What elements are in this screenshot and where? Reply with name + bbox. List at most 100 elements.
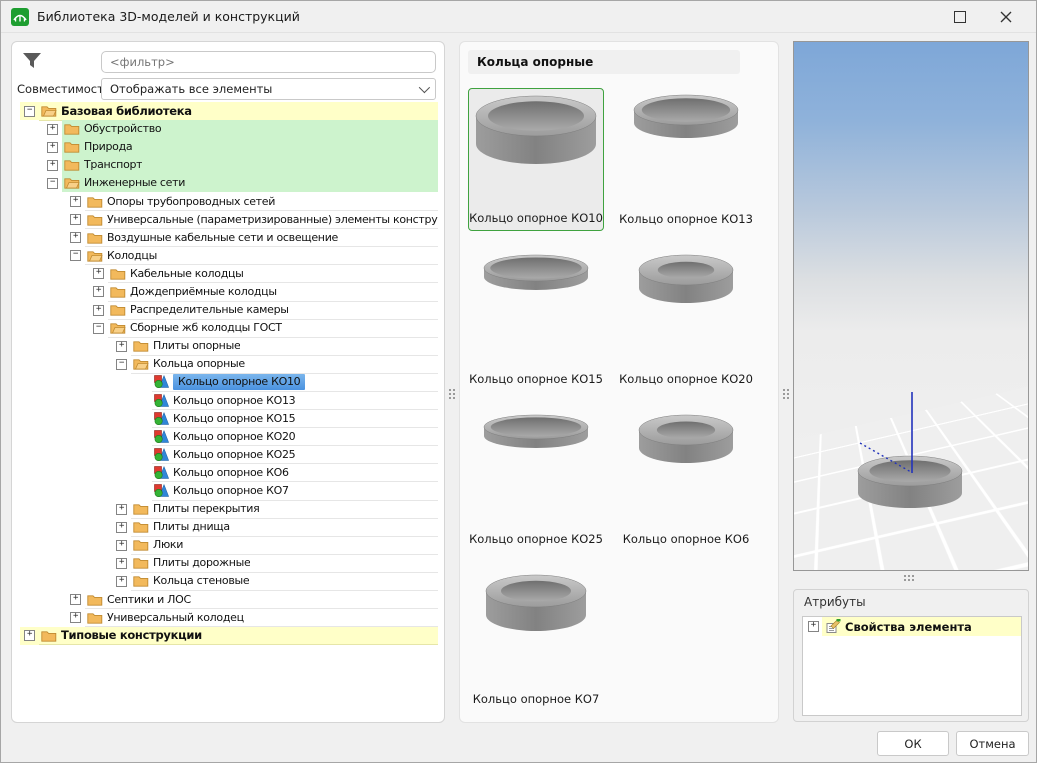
expand-icon[interactable]: +	[116, 522, 127, 533]
tree-item[interactable]: + Плиты перекрытия	[20, 500, 438, 518]
expand-icon[interactable]: +	[70, 214, 81, 225]
folder-icon	[133, 556, 149, 569]
expand-icon[interactable]: +	[116, 576, 127, 587]
expand-icon[interactable]: +	[47, 142, 58, 153]
gallery-item[interactable]: Кольцо опорное КО13	[618, 88, 754, 231]
expand-icon[interactable]: +	[116, 540, 127, 551]
attributes-root-item[interactable]: + Свойства элемента	[803, 617, 1021, 636]
tree-item[interactable]: +Опоры трубопроводных сетей	[20, 192, 438, 210]
tree-item-label: Плиты днища	[153, 520, 230, 533]
folder-icon	[87, 213, 103, 226]
collapse-icon[interactable]: −	[93, 323, 104, 334]
tree-item[interactable]: +Плиты дорожные	[20, 554, 438, 572]
gallery-item[interactable]: Кольцо опорное КО10	[468, 88, 604, 231]
gallery-cell: Кольцо опорное КО25	[465, 406, 615, 566]
collapse-icon[interactable]: −	[116, 359, 127, 370]
splitter-right[interactable]	[783, 389, 789, 399]
tree-item-label: Плиты перекрытия	[153, 502, 259, 515]
preview-3d[interactable]	[793, 41, 1029, 571]
tree-item[interactable]: Кольцо опорное КО13	[20, 392, 438, 410]
tree-item-label: Обустройство	[84, 122, 161, 135]
tree-item[interactable]: Кольцо опорное КО7	[20, 482, 438, 500]
tree-item[interactable]: + Универсальные (параметризированные) эле…	[20, 211, 438, 229]
tree-item-label: Воздушные кабельные сети и освещение	[107, 231, 338, 244]
tree-item-label: Кольцо опорное КО13	[173, 394, 295, 407]
tree-item[interactable]: +Плиты опорные	[20, 337, 438, 355]
tree-item[interactable]: + Плиты днища	[20, 518, 438, 536]
tree-item[interactable]: Кольцо опорное КО15	[20, 410, 438, 428]
tree-item[interactable]: +Дождеприёмные колодцы	[20, 283, 438, 301]
model-3d-icon	[154, 430, 169, 443]
tree-item[interactable]: −Инженерные сети	[20, 174, 438, 192]
expand-icon[interactable]: +	[47, 124, 58, 135]
ok-button[interactable]: ОК	[877, 731, 949, 756]
collapse-icon[interactable]: −	[24, 106, 35, 117]
tree-item[interactable]: Кольцо опорное КО6	[20, 464, 438, 482]
folder-icon	[41, 629, 57, 642]
folder-icon	[110, 303, 126, 316]
tree-item[interactable]: + Кабельные колодцы	[20, 265, 438, 283]
splitter-left[interactable]	[449, 389, 455, 399]
expand-icon[interactable]: +	[93, 286, 104, 297]
tree-item-label: Кольцо опорное КО10	[173, 374, 305, 391]
expand-icon[interactable]: +	[24, 630, 35, 641]
compatibility-select[interactable]: Отображать все элементы	[101, 78, 436, 100]
expand-icon[interactable]: +	[116, 558, 127, 569]
tree-item[interactable]: +Транспорт	[20, 156, 438, 174]
tree-item-label: Люки	[153, 538, 183, 551]
tree-item[interactable]: + Обустройство	[20, 120, 438, 138]
model-thumbnail	[468, 253, 604, 294]
tree-item[interactable]: Кольцо опорное КО20	[20, 428, 438, 446]
expand-icon[interactable]: +	[47, 160, 58, 171]
splitter-preview[interactable]	[904, 575, 914, 581]
expand-icon[interactable]: +	[70, 612, 81, 623]
cancel-button[interactable]: Отмена	[956, 731, 1029, 756]
maximize-button[interactable]	[938, 2, 982, 32]
tree-item[interactable]: Кольцо опорное КО10	[20, 373, 438, 391]
compatibility-label: Совместимость	[17, 82, 111, 96]
close-button[interactable]	[984, 2, 1028, 32]
gallery-cell: Кольцо опорное КО6	[615, 406, 765, 566]
expand-icon[interactable]: +	[70, 594, 81, 605]
tree-item[interactable]: +Природа	[20, 138, 438, 156]
gallery-item[interactable]: Кольцо опорное КО20	[618, 248, 754, 391]
collapse-icon[interactable]: −	[47, 178, 58, 189]
library-panel: Совместимость Отображать все элементы −Б…	[11, 41, 445, 723]
tree-item[interactable]: Кольцо опорное КО25	[20, 446, 438, 464]
expand-icon[interactable]: +	[808, 621, 819, 632]
tree-item-label: Кольцо опорное КО7	[173, 484, 289, 497]
expand-icon[interactable]: +	[116, 341, 127, 352]
tree-item-label: Универсальные (параметризированные) элем…	[107, 213, 438, 226]
tree-item[interactable]: + Воздушные кабельные сети и освещение	[20, 229, 438, 247]
collapse-icon[interactable]: −	[70, 250, 81, 261]
tree-item[interactable]: −Колодцы	[20, 247, 438, 265]
expand-icon[interactable]: +	[70, 196, 81, 207]
expand-icon[interactable]: +	[70, 232, 81, 243]
folder-open-icon	[87, 249, 103, 262]
tree-item[interactable]: +Септики и ЛОС	[20, 591, 438, 609]
tree-item-label: Кабельные колодцы	[130, 267, 244, 280]
expand-icon[interactable]: +	[93, 268, 104, 279]
tree-item[interactable]: +Кольца стеновые	[20, 572, 438, 590]
gallery-item[interactable]: Кольцо опорное КО6	[618, 408, 754, 551]
filter-input[interactable]	[101, 51, 436, 73]
tree-item-label: Кольцо опорное КО15	[173, 412, 295, 425]
gallery-item[interactable]: Кольцо опорное КО25	[468, 408, 604, 551]
gallery-item[interactable]: Кольцо опорное КО15	[468, 248, 604, 391]
expand-icon[interactable]: +	[116, 504, 127, 515]
gallery-item[interactable]: Кольцо опорное КО7	[468, 568, 604, 711]
folder-icon	[110, 267, 126, 280]
tree-item[interactable]: −Базовая библиотека	[20, 102, 438, 120]
tree-item[interactable]: +Универсальный колодец	[20, 609, 438, 627]
tree-item[interactable]: −Сборные жб колодцы ГОСТ	[20, 319, 438, 337]
tree-item[interactable]: −Кольца опорные	[20, 355, 438, 373]
attributes-box: + Свойства элемента	[802, 616, 1022, 716]
folder-icon	[133, 574, 149, 587]
gallery-cell: Кольцо опорное КО20	[615, 246, 765, 406]
tree-item[interactable]: +Типовые конструкции	[20, 627, 438, 645]
tree-item[interactable]: +Распределительные камеры	[20, 301, 438, 319]
tree-item[interactable]: + Люки	[20, 536, 438, 554]
gallery-cell: Кольцо опорное КО15	[465, 246, 615, 406]
attributes-root-label: Свойства элемента	[845, 620, 972, 634]
expand-icon[interactable]: +	[93, 305, 104, 316]
